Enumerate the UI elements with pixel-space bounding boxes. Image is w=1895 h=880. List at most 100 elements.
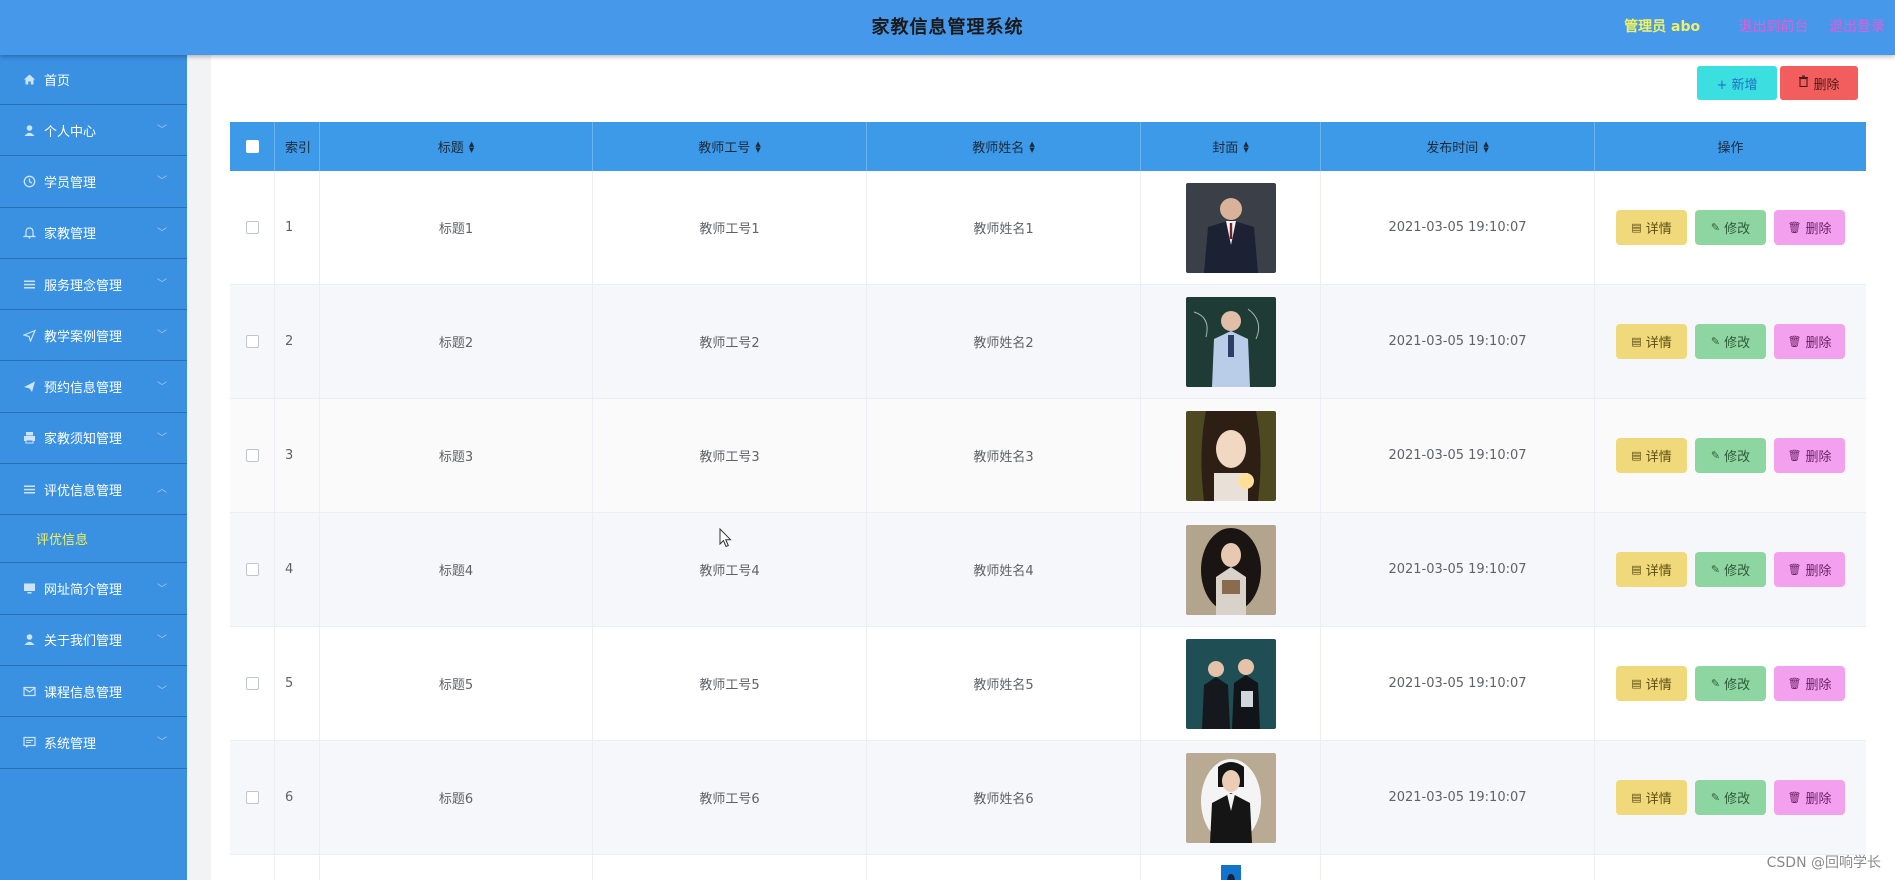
edit-button[interactable]: ✎ 修改 (1695, 324, 1766, 359)
row-checkbox[interactable] (245, 449, 259, 462)
cover-image[interactable] (1185, 182, 1276, 273)
sidebar-item-appointment[interactable]: 预约信息管理 ﹀ (0, 361, 187, 413)
cell-teacher-name: 教师姓名4 (867, 513, 1141, 626)
sort-icon[interactable]: ▲ ▼ (1483, 140, 1488, 153)
row-checkbox[interactable] (245, 221, 259, 234)
cell-cover (1141, 171, 1321, 284)
cell-title: 标题1 (320, 171, 593, 284)
row-checkbox[interactable] (245, 335, 259, 348)
sort-icon[interactable]: ▲ ▼ (469, 140, 474, 153)
edit-button[interactable]: ✎ 修改 (1695, 666, 1766, 701)
sidebar-item-evaluation-management[interactable]: 评优信息管理 ︿ (0, 464, 187, 516)
list-icon (22, 277, 36, 291)
cover-image[interactable] (1185, 524, 1276, 615)
cell-teacher-no: 教师工号1 (593, 171, 867, 284)
table-row: 5 标题5 教师工号5 教师姓名5 2021-03-05 19:10:07 ▤ 详… (230, 627, 1866, 741)
table-row: 4 标题4 教师工号4 教师姓名4 2021-03-05 19:10:07 ▤ 详… (230, 513, 1866, 627)
sidebar-item-about-us[interactable]: 关于我们管理 ﹀ (0, 615, 187, 666)
col-publish-time[interactable]: 发布时间 ▲ ▼ (1321, 122, 1595, 171)
logout-link[interactable]: 退出登录 (1829, 19, 1885, 35)
delete-button[interactable]: 🗑 删除 (1774, 210, 1845, 245)
detail-button[interactable]: ▤ 详情 (1616, 324, 1687, 359)
edit-button[interactable]: ✎ 修改 (1695, 210, 1766, 245)
sidebar-subitem-evaluation-info[interactable]: 评优信息 (0, 515, 187, 564)
col-teacher-no[interactable]: 教师工号 ▲ ▼ (593, 122, 867, 171)
edit-button[interactable]: ✎ 修改 (1695, 552, 1766, 587)
document-icon: ▤ (1631, 791, 1642, 804)
sidebar-item-label: 个人中心 (44, 124, 97, 140)
send-icon (22, 328, 36, 342)
edit-button[interactable]: ✎ 修改 (1695, 438, 1766, 473)
cover-image[interactable] (1185, 296, 1276, 387)
document-icon: ▤ (1631, 221, 1642, 234)
admin-name: 管理员 abo (1624, 19, 1701, 35)
chevron-down-icon: ﹀ (157, 125, 167, 137)
delete-button[interactable]: 🗑 删除 (1774, 324, 1845, 359)
chevron-down-icon: ﹀ (157, 432, 167, 444)
cell-title: 标题3 (320, 399, 593, 512)
delete-button[interactable]: 🗑 删除 (1774, 780, 1845, 815)
chevron-down-icon: ﹀ (157, 634, 167, 646)
sidebar-item-label: 课程信息管理 (44, 685, 123, 701)
edit-button[interactable]: ✎ 修改 (1695, 780, 1766, 815)
sidebar-item-teaching-cases[interactable]: 教学案例管理 ﹀ (0, 310, 187, 362)
sidebar-item-site-intro[interactable]: 网址简介管理 ﹀ (0, 563, 187, 615)
delete-button[interactable]: 🗑 删除 (1774, 552, 1845, 587)
sidebar-item-home[interactable]: 首页 (0, 55, 187, 105)
row-checkbox[interactable] (245, 791, 259, 804)
bell-icon (22, 226, 36, 240)
detail-button[interactable]: ▤ 详情 (1616, 552, 1687, 587)
batch-delete-button[interactable]: 删除 (1780, 66, 1858, 100)
sidebar-item-personal-center[interactable]: 个人中心 ﹀ (0, 105, 187, 157)
sidebar-item-tutor-notice[interactable]: 家教须知管理 ﹀ (0, 413, 187, 465)
detail-button[interactable]: ▤ 详情 (1616, 780, 1687, 815)
sidebar-item-label: 网址简介管理 (44, 583, 123, 599)
sidebar-item-tutor-management[interactable]: 家教管理 ﹀ (0, 208, 187, 259)
cell-actions: ▤ 详情 ✎ 修改 🗑 删除 (1595, 171, 1866, 284)
cell-teacher-name: 教师姓名1 (867, 171, 1141, 284)
col-title[interactable]: 标题 ▲ ▼ (320, 122, 593, 171)
row-checkbox[interactable] (245, 677, 259, 690)
add-button[interactable]: + 新增 (1697, 66, 1777, 100)
cell-title: 标题2 (320, 285, 593, 398)
chat-icon (22, 735, 36, 749)
sort-icon[interactable]: ▲ ▼ (1029, 140, 1034, 153)
detail-button[interactable]: ▤ 详情 (1616, 210, 1687, 245)
table-row: 6 标题6 教师工号6 教师姓名6 2021-03-05 19:10:07 ▤ 详… (230, 741, 1866, 855)
back-to-front-link[interactable]: 退出到前台 (1739, 19, 1809, 35)
cover-image[interactable] (1185, 752, 1276, 843)
cell-index: 6 (275, 741, 320, 854)
document-icon: ▤ (1631, 449, 1642, 462)
cell-publish-time: 2021-03-05 19:10:07 (1321, 627, 1595, 740)
detail-button[interactable]: ▤ 详情 (1616, 666, 1687, 701)
select-all-checkbox[interactable] (245, 140, 259, 153)
cell-index: 3 (275, 399, 320, 512)
data-table: 索引 标题 ▲ ▼ 教师工号 ▲ ▼ 教师姓名 ▲ ▼ 封面 ▲ ▼ 发布时间 ▲ ▼ 操作 1 标… (230, 122, 1866, 880)
table-row: 3 标题3 教师工号3 教师姓名3 2021-03-05 19:10:07 ▤ 详… (230, 399, 1866, 513)
sidebar-item-course-info[interactable]: 课程信息管理 ﹀ (0, 666, 187, 718)
select-all-cell (230, 122, 275, 171)
cover-image[interactable] (1185, 638, 1276, 729)
delete-button[interactable]: 🗑 删除 (1774, 438, 1845, 473)
cell-teacher-no: 教师工号3 (593, 399, 867, 512)
sidebar-item-label: 关于我们管理 (44, 634, 123, 650)
col-teacher-name[interactable]: 教师姓名 ▲ ▼ (867, 122, 1141, 171)
col-cover[interactable]: 封面 ▲ ▼ (1141, 122, 1321, 171)
sort-icon[interactable]: ▲ ▼ (1243, 140, 1248, 153)
cover-image[interactable] (1185, 410, 1276, 501)
sidebar-item-student-management[interactable]: 学员管理 ﹀ (0, 156, 187, 208)
delete-button[interactable]: 🗑 删除 (1774, 666, 1845, 701)
user-icon (22, 633, 36, 647)
sidebar-item-label: 系统管理 (44, 736, 97, 752)
monitor-icon (22, 582, 36, 596)
cover-image[interactable] (1186, 865, 1276, 880)
detail-button[interactable]: ▤ 详情 (1616, 438, 1687, 473)
cell-cover (1141, 285, 1321, 398)
sidebar-item-service-concept[interactable]: 服务理念管理 ﹀ (0, 259, 187, 311)
cell-publish-time: 2021-03-05 19:10:07 (1321, 741, 1595, 854)
cell-cover (1141, 741, 1321, 854)
list-icon (22, 482, 36, 496)
sort-icon[interactable]: ▲ ▼ (755, 140, 760, 153)
row-checkbox[interactable] (245, 563, 259, 576)
sidebar-item-system-management[interactable]: 系统管理 ﹀ (0, 717, 187, 769)
